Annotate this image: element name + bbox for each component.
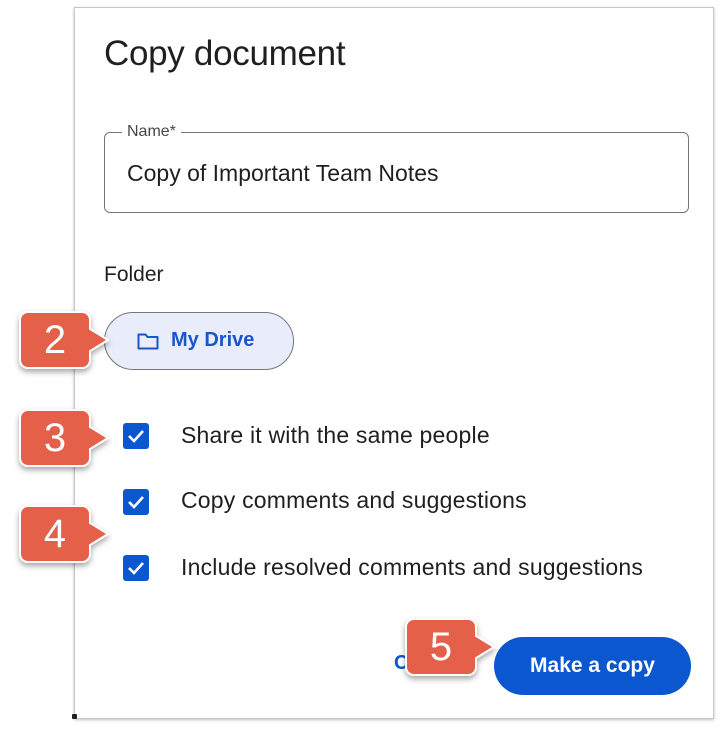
callout-3: 3 [19, 406, 120, 470]
share-checkbox-label: Share it with the same people [181, 422, 490, 448]
include-resolved-checkbox-label: Include resolved comments and suggestion… [181, 554, 644, 580]
resize-corner-icon [72, 714, 77, 719]
include-resolved-checkbox[interactable] [123, 555, 149, 581]
make-a-copy-button[interactable]: Make a copy [494, 637, 691, 695]
copy-comments-checkbox-label: Copy comments and suggestions [181, 487, 527, 513]
share-checkbox[interactable] [123, 423, 149, 449]
callout-2-number: 2 [43, 318, 67, 362]
copy-comments-checkbox[interactable] [123, 489, 149, 515]
callout-2: 2 [19, 308, 120, 372]
callout-4: 4 [19, 502, 120, 566]
name-input[interactable]: Copy of Important Team Notes [127, 160, 439, 187]
name-field-label: Name* [122, 123, 181, 141]
folder-chip-label: My Drive [171, 329, 255, 351]
callout-5: 5 [405, 615, 506, 679]
folder-label: Folder [104, 263, 164, 286]
callout-4-number: 4 [43, 512, 67, 556]
dialog-title: Copy document [104, 34, 346, 73]
callout-3-number: 3 [43, 416, 67, 460]
folder-icon [137, 332, 159, 350]
callout-5-number: 5 [429, 625, 453, 669]
folder-chip-my-drive[interactable]: My Drive [104, 312, 294, 370]
